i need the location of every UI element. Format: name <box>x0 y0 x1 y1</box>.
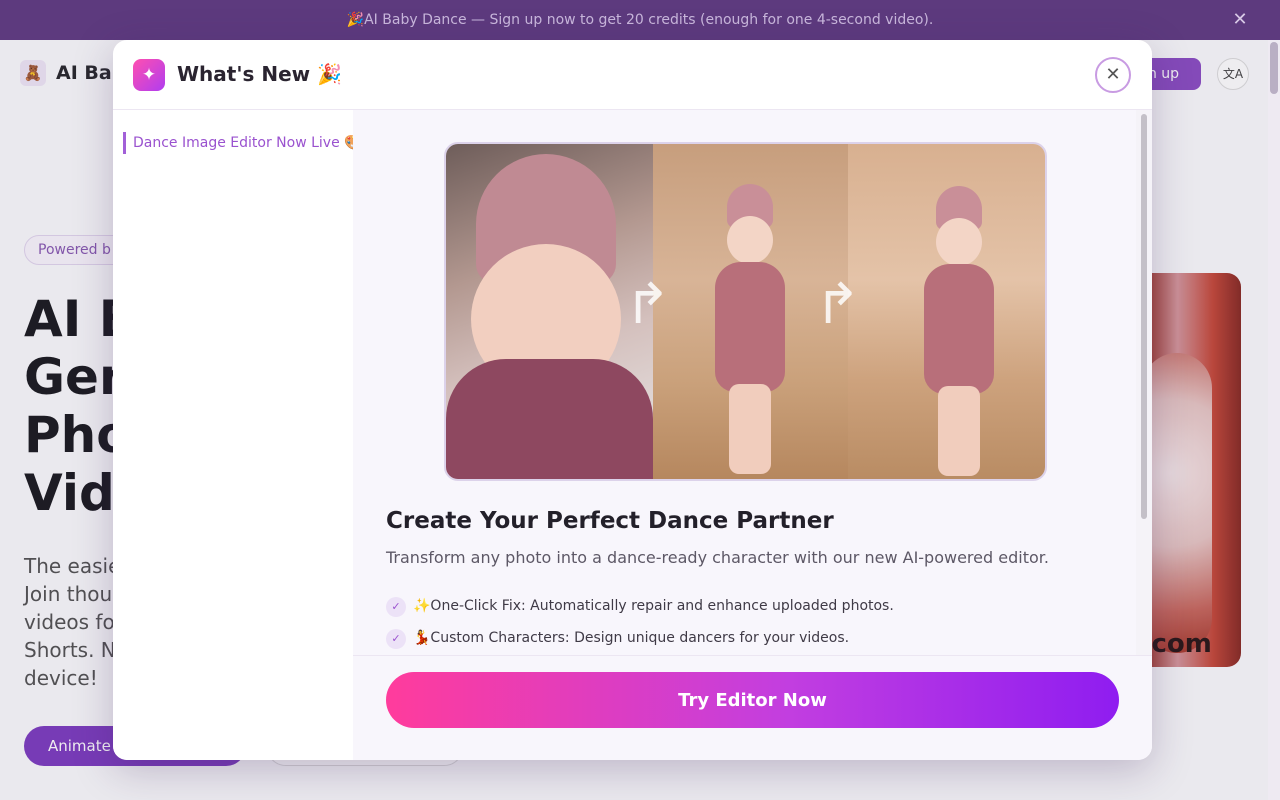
page-scrollbar-thumb[interactable] <box>1270 42 1278 94</box>
page-scrollbar[interactable] <box>1268 40 1280 800</box>
baby-sweater <box>446 359 653 479</box>
kid-legs <box>729 384 771 474</box>
promo-banner: 🎉AI Baby Dance — Sign up now to get 20 c… <box>0 0 1280 40</box>
check-icon: ✓ <box>386 629 406 649</box>
feature-item: ✓ ✨One-Click Fix: Automatically repair a… <box>386 595 986 619</box>
promo-banner-text: 🎉AI Baby Dance — Sign up now to get 20 c… <box>346 12 934 28</box>
sidebar-item-dance-editor[interactable]: Dance Image Editor Now Live 🎨 <box>123 132 353 154</box>
kid-legs <box>938 386 980 476</box>
update-content: ↱ ↱ Create Your Perfect Dance Partner Tr… <box>353 110 1136 655</box>
content-title: Create Your Perfect Dance Partner <box>386 508 834 534</box>
modal-footer: Try Editor Now <box>353 655 1152 760</box>
kid-body <box>715 262 785 392</box>
kid-head <box>727 216 773 264</box>
check-icon: ✓ <box>386 597 406 617</box>
original-photo-panel <box>446 144 653 479</box>
kid-body <box>924 264 994 394</box>
try-editor-button[interactable]: Try Editor Now <box>386 672 1119 728</box>
dancing-photo-panel <box>848 144 1045 479</box>
feature-text: ✨One-Click Fix: Automatically repair and… <box>413 598 894 614</box>
modal-close-icon[interactable]: ✕ <box>1095 57 1131 93</box>
kid-head <box>936 218 982 266</box>
content-scrollbar[interactable] <box>1136 110 1152 655</box>
modal-header: ✦ What's New 🎉 ✕ <box>113 40 1152 110</box>
arrow-redo-icon: ↱ <box>814 272 861 337</box>
arrow-redo-icon: ↱ <box>624 272 671 337</box>
feature-text: 💃Custom Characters: Design unique dancer… <box>413 630 850 646</box>
feature-item: ✓ 💃Custom Characters: Design unique danc… <box>386 627 986 651</box>
content-subtitle: Transform any photo into a dance-ready c… <box>386 548 1049 567</box>
standing-baby <box>705 184 795 479</box>
sparkle-icon: ✦ <box>133 59 165 91</box>
dancing-baby <box>914 186 1004 479</box>
whats-new-modal: ✦ What's New 🎉 ✕ Dance Image Editor Now … <box>113 40 1152 760</box>
modal-title: What's New 🎉 <box>177 62 342 86</box>
updates-sidebar: Dance Image Editor Now Live 🎨 <box>113 110 353 760</box>
editor-preview-image: ↱ ↱ <box>444 142 1047 481</box>
content-scrollbar-thumb[interactable] <box>1141 114 1147 519</box>
banner-close-icon[interactable]: ✕ <box>1230 10 1250 30</box>
